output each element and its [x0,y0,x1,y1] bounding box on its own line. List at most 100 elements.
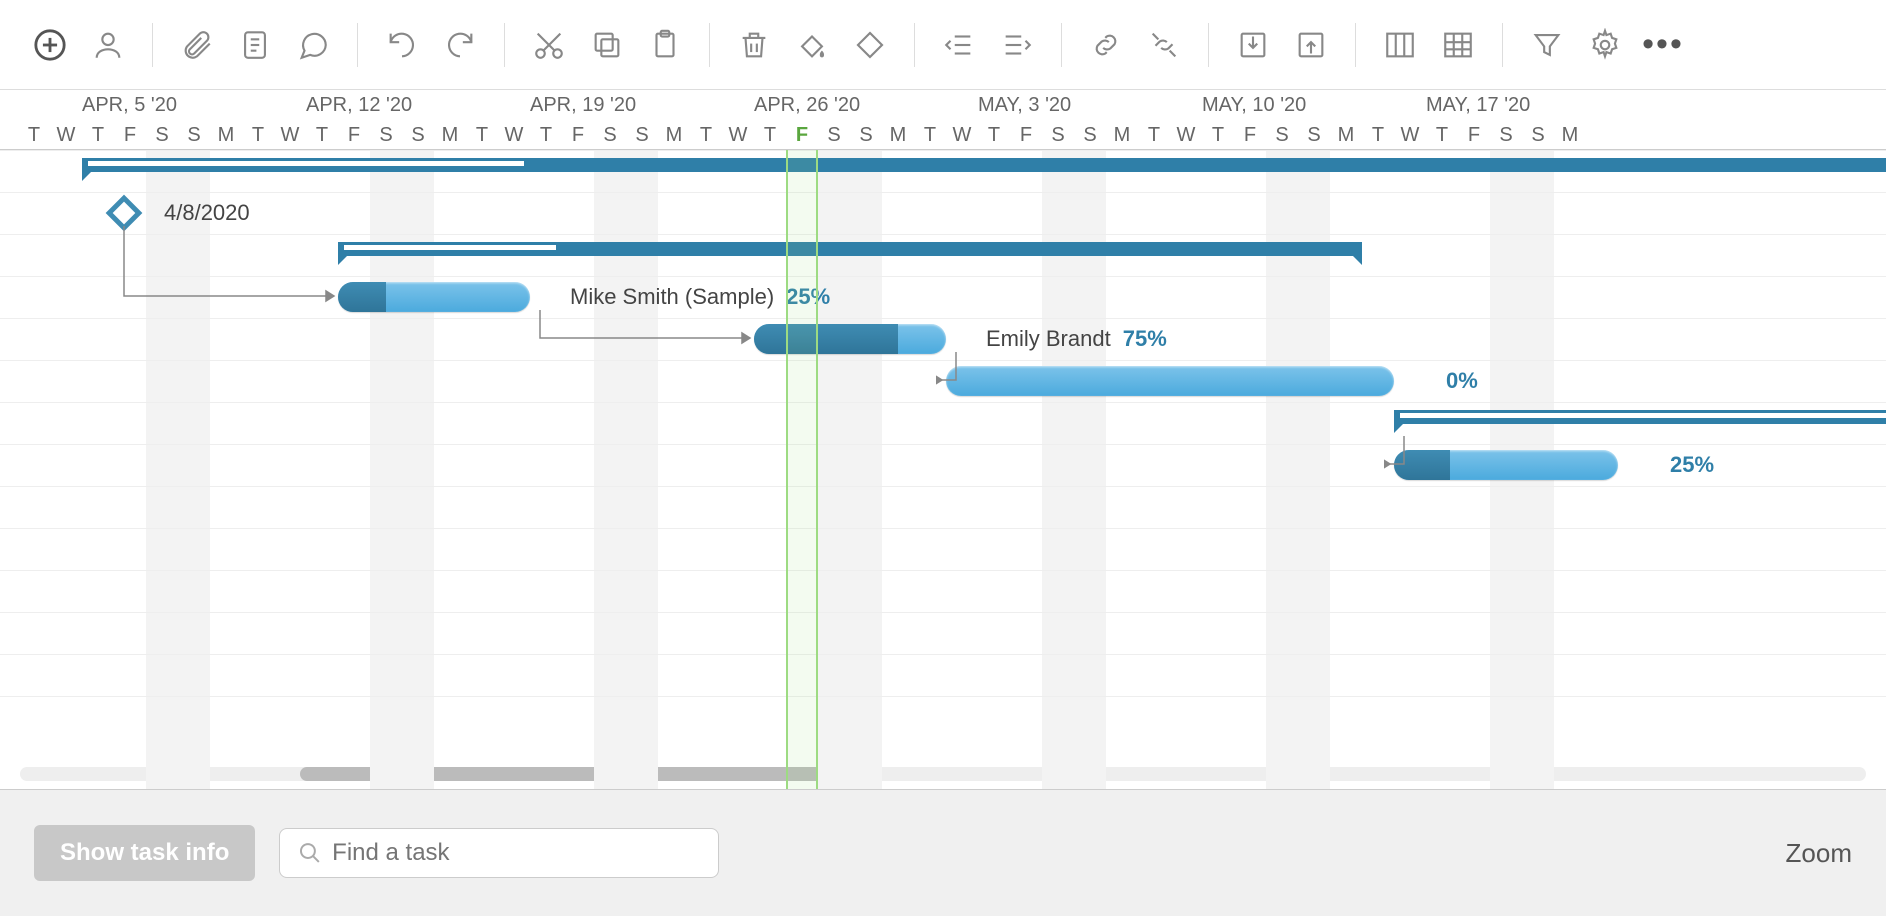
day-letter: T [690,124,722,147]
day-letter: S [1522,124,1554,147]
day-letter: T [754,124,786,147]
footer: Show task info Zoom [0,790,1886,916]
day-letter: F [338,124,370,147]
zoom-label: Zoom [1786,838,1852,869]
task-bar-2[interactable] [754,324,946,354]
day-letter: S [1074,124,1106,147]
day-letter: F [786,124,818,147]
comment-icon[interactable] [293,25,333,65]
week-label: APR, 19 '20 [530,94,636,117]
day-letter: S [818,124,850,147]
day-letter: T [306,124,338,147]
day-letter: W [498,124,530,147]
attachment-icon[interactable] [177,25,217,65]
day-letter: M [1330,124,1362,147]
day-letter: M [210,124,242,147]
day-letter: S [594,124,626,147]
day-letter: T [1362,124,1394,147]
milestone-icon[interactable] [850,25,890,65]
summary-bar-3[interactable] [1394,410,1886,424]
cut-icon[interactable] [529,25,569,65]
search-field[interactable] [279,828,719,878]
day-letter: M [658,124,690,147]
search-input[interactable] [332,839,700,867]
paste-icon[interactable] [645,25,685,65]
week-label: APR, 5 '20 [82,94,177,117]
day-letter: M [882,124,914,147]
task-bar-3-label: 0% [1434,368,1478,394]
grid-icon[interactable] [1438,25,1478,65]
day-letter: W [1170,124,1202,147]
indent-icon[interactable] [997,25,1037,65]
day-letter: T [914,124,946,147]
day-letter: T [1138,124,1170,147]
week-label: MAY, 10 '20 [1202,94,1306,117]
columns-icon[interactable] [1380,25,1420,65]
day-letter: T [1202,124,1234,147]
day-letter: W [1394,124,1426,147]
day-letter: M [434,124,466,147]
day-letter: S [178,124,210,147]
day-letter: S [1298,124,1330,147]
task-bar-3[interactable] [946,366,1394,396]
day-letter: T [18,124,50,147]
day-letter: F [1010,124,1042,147]
undo-icon[interactable] [382,25,422,65]
more-icon[interactable]: ••• [1643,25,1683,65]
day-letter: S [850,124,882,147]
summary-bar-1[interactable] [82,158,1886,172]
day-letter: S [1266,124,1298,147]
show-task-info-button[interactable]: Show task info [34,825,255,881]
copy-icon[interactable] [587,25,627,65]
day-letter: S [370,124,402,147]
notes-icon[interactable] [235,25,275,65]
day-letter: W [274,124,306,147]
day-letter: T [530,124,562,147]
day-letter: S [626,124,658,147]
week-label: APR, 26 '20 [754,94,860,117]
toolbar: ••• [0,0,1886,90]
day-letter: T [82,124,114,147]
gantt-chart[interactable]: 4/8/2020Mike Smith (Sample)25%Emily Bran… [0,150,1886,790]
day-letter: F [114,124,146,147]
task-bar-4-label: 25% [1658,452,1714,478]
day-letter: T [242,124,274,147]
redo-icon[interactable] [440,25,480,65]
day-letter: T [978,124,1010,147]
outdent-icon[interactable] [939,25,979,65]
unlink-icon[interactable] [1144,25,1184,65]
week-label: MAY, 17 '20 [1426,94,1530,117]
week-label: APR, 12 '20 [306,94,412,117]
settings-icon[interactable] [1585,25,1625,65]
export-icon[interactable] [1291,25,1331,65]
fill-icon[interactable] [792,25,832,65]
day-letter: F [1234,124,1266,147]
user-icon[interactable] [88,25,128,65]
task-bar-1[interactable] [338,282,530,312]
day-letter: F [562,124,594,147]
day-letter: S [402,124,434,147]
search-icon [298,840,322,866]
task-bar-2-label: Emily Brandt75% [986,326,1167,352]
day-letter: W [722,124,754,147]
week-label: MAY, 3 '20 [978,94,1071,117]
task-bar-4[interactable] [1394,450,1618,480]
day-letter: S [1490,124,1522,147]
summary-bar-2[interactable] [338,242,1362,256]
day-letter: T [1426,124,1458,147]
day-letter: W [50,124,82,147]
day-letter: M [1554,124,1586,147]
day-letter: M [1106,124,1138,147]
day-letter: S [146,124,178,147]
timeline-header: APR, 5 '20 APR, 12 '20 APR, 19 '20 APR, 26 … [0,90,1886,150]
day-letter: T [466,124,498,147]
day-letter: S [1042,124,1074,147]
add-button[interactable] [30,25,70,65]
filter-icon[interactable] [1527,25,1567,65]
day-letter: F [1458,124,1490,147]
import-icon[interactable] [1233,25,1273,65]
delete-icon[interactable] [734,25,774,65]
day-letter: W [946,124,978,147]
link-icon[interactable] [1086,25,1126,65]
horizontal-scrollbar[interactable] [20,767,1866,781]
